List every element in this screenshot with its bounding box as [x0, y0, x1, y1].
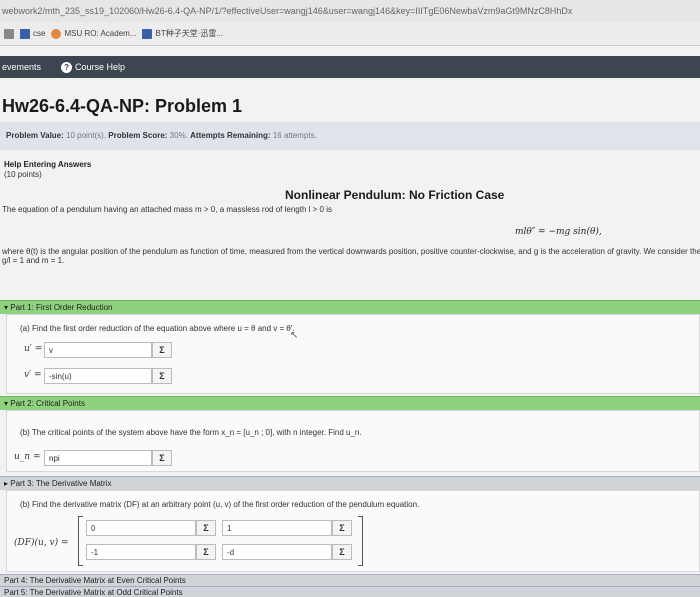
equation-editor-button[interactable]: Σ — [196, 544, 216, 560]
equation-editor-button[interactable]: Σ — [152, 450, 172, 466]
part-title: Part 3: The Derivative Matrix — [10, 479, 112, 488]
part-5-header[interactable]: Part 5: The Derivative Matrix at Odd Cri… — [0, 586, 700, 597]
case-title: Nonlinear Pendulum: No Friction Case — [285, 188, 505, 202]
part-title: Part 1: First Order Reduction — [10, 303, 113, 312]
equation-editor-button[interactable]: Σ — [152, 368, 172, 384]
u-prime-label: u′ = — [24, 344, 43, 354]
apps-icon — [4, 28, 14, 39]
where-text: where θ(t) is the angular position of th… — [2, 247, 700, 256]
bookmark-bt[interactable]: BT种子天堂·迅雷... — [142, 28, 223, 39]
pendulum-equation: mlθ″ = −mg sin(θ), — [515, 227, 602, 237]
matrix-input-12[interactable]: 1 — [222, 520, 332, 536]
part-title: Part 5: The Derivative Matrix at Odd Cri… — [4, 588, 183, 597]
part-1-header[interactable]: ▾ Part 1: First Order Reduction — [0, 300, 700, 314]
equation-editor-button[interactable]: Σ — [152, 342, 172, 358]
equation-editor-button[interactable]: Σ — [196, 520, 216, 536]
consider-text: g/l = 1 and m = 1. — [2, 256, 65, 265]
equation-editor-button[interactable]: Σ — [332, 520, 352, 536]
intro-text: The equation of a pendulum having an att… — [2, 205, 332, 214]
help-entering-answers-link[interactable]: Help Entering Answers — [4, 160, 91, 169]
attempts-label: Attempts Remaining: — [190, 131, 271, 140]
page-title: Hw26-6.4-QA-NP: Problem 1 — [2, 96, 243, 116]
folder-icon — [20, 28, 30, 39]
nav-item-achievements[interactable]: evements — [2, 62, 41, 72]
matrix-input-21[interactable]: -1 — [86, 544, 196, 560]
nav-label: Course Help — [75, 61, 126, 72]
df-matrix-label: (DF)(u, v) = — [14, 538, 69, 548]
equation-editor-button[interactable]: Σ — [332, 544, 352, 560]
bookmark-apps[interactable] — [4, 28, 14, 39]
matrix-bracket-left — [78, 516, 83, 566]
site-icon — [142, 28, 153, 39]
bookmark-label: MSU RO: Academ... — [64, 29, 137, 38]
points-text: (10 points) — [4, 170, 42, 179]
part-title: Part 4: The Derivative Matrix at Even Cr… — [4, 576, 186, 585]
part-2-header[interactable]: ▾ Part 2: Critical Points — [0, 396, 700, 410]
part-3-question: (b) Find the derivative matrix (DF) at a… — [20, 500, 420, 509]
graduation-cap-icon — [51, 28, 62, 39]
problem-info-bar: Problem Value: 10 point(s). Problem Scor… — [0, 122, 700, 150]
value-text: 10 point(s). — [66, 131, 107, 140]
question-icon: ? — [61, 61, 73, 73]
matrix-input-22[interactable]: -d — [222, 544, 332, 560]
attempts-text: 16 attempts. — [272, 131, 317, 140]
top-navbar: evements ? Course Help — [0, 56, 700, 78]
part-2-question: (b) The critical points of the system ab… — [20, 428, 362, 437]
bookmark-cse[interactable]: cse — [20, 28, 46, 39]
matrix-input-11[interactable]: 0 — [86, 520, 196, 536]
score-label: Problem Score: — [108, 131, 168, 140]
part-3-header[interactable]: ▸ Part 3: The Derivative Matrix — [0, 476, 700, 490]
address-bar[interactable]: webwork2/mth_235_ss19_102060/Hw26-6.4-QA… — [0, 0, 700, 22]
part-title: Part 2: Critical Points — [10, 399, 85, 408]
u-prime-input[interactable]: v — [44, 342, 152, 358]
matrix-bracket-right — [358, 516, 363, 566]
v-prime-input[interactable]: -sin(u) — [44, 368, 152, 384]
u-n-label: u_n = — [14, 452, 41, 462]
score-text: 30%. — [169, 131, 188, 140]
bookmarks-bar: cse MSU RO: Academ... BT种子天堂·迅雷... — [0, 22, 700, 46]
bookmark-label: cse — [33, 29, 46, 38]
bookmark-label: BT种子天堂·迅雷... — [155, 29, 224, 38]
mouse-cursor-icon: ↖ — [290, 330, 299, 341]
part-4-header[interactable]: Part 4: The Derivative Matrix at Even Cr… — [0, 574, 700, 586]
bookmark-msu[interactable]: MSU RO: Academ... — [51, 28, 137, 39]
part-1-question: (a) Find the first order reduction of th… — [20, 324, 295, 333]
u-n-input[interactable]: npi — [44, 450, 152, 466]
nav-item-course-help[interactable]: ? Course Help — [61, 61, 126, 73]
value-label: Problem Value: — [6, 131, 64, 140]
v-prime-label: v′ = — [24, 370, 42, 380]
